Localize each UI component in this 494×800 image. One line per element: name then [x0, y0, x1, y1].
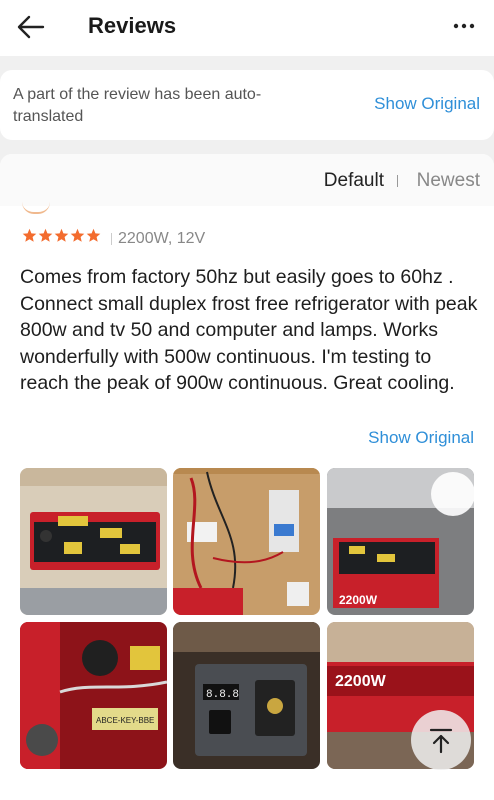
review-photo-4[interactable]: ABCE-KEY-BBE [20, 622, 167, 769]
sort-divider [397, 175, 398, 187]
variant-label: 2200W, 12V [118, 230, 206, 247]
photo-4-label: ABCE-KEY-BBE [96, 716, 154, 725]
star-icon [38, 228, 53, 242]
star-icon [54, 228, 69, 242]
back-arrow-icon[interactable] [16, 12, 46, 42]
review-photo-5[interactable]: 8.8.8 [173, 622, 320, 769]
review-photo-3[interactable]: 2200W [327, 468, 474, 615]
scroll-to-top-icon [429, 728, 453, 754]
translation-notice-text: A part of the review has been auto-trans… [13, 86, 262, 125]
inverter-board-photo [20, 468, 167, 615]
page-title: Reviews [88, 13, 177, 38]
scroll-to-top-button[interactable] [411, 710, 471, 770]
avatar [22, 202, 50, 214]
sort-newest-tab[interactable]: Newest [417, 170, 480, 192]
review-photo-1[interactable] [20, 468, 167, 615]
review-text: Comes from factory 50hz but easily goes … [20, 266, 478, 394]
sort-bar: Default Newest [0, 154, 494, 206]
meta-divider [111, 233, 112, 245]
inverter-box-photo: 2200W [327, 468, 474, 615]
show-original-link[interactable]: Show Original [368, 428, 474, 448]
star-icon [70, 228, 85, 242]
inverter-panel-photo: 8.8.8 [173, 622, 320, 769]
inverter-interior-photo: ABCE-KEY-BBE [20, 622, 167, 769]
review-card: Default Newest 2200W, 12V Comes from fac… [0, 154, 494, 800]
more-dots-icon[interactable] [452, 14, 476, 38]
photo-5-display: 8.8.8 [206, 689, 239, 701]
sort-default-tab[interactable]: Default [324, 170, 384, 192]
review-photo-2[interactable] [173, 468, 320, 615]
wall-mounted-setup-photo [173, 468, 320, 615]
translation-notice: A part of the review has been auto-trans… [0, 70, 494, 140]
star-rating [22, 228, 101, 248]
star-icon [22, 228, 37, 242]
photo-3-label: 2200W [339, 593, 378, 607]
top-bar: Reviews [0, 0, 494, 56]
star-icon [86, 228, 101, 242]
photo-6-label: 2200W [335, 673, 387, 690]
show-original-link-notice[interactable]: Show Original [374, 94, 480, 114]
